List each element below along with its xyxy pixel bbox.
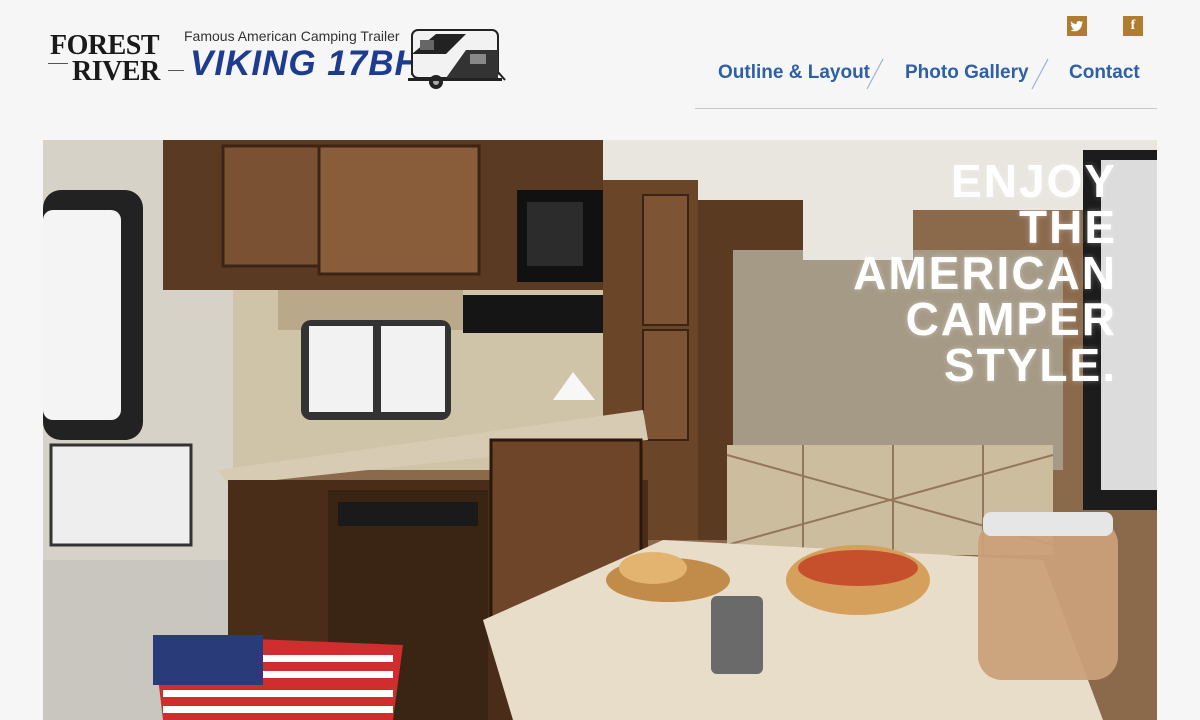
model-name: VIKING 17BH bbox=[190, 44, 421, 83]
nav-separator bbox=[866, 58, 884, 90]
brand-logo[interactable]: FOREST RIVER Famous American Camping Tra… bbox=[48, 24, 508, 104]
logo-line-river: RIVER bbox=[72, 56, 160, 87]
hero-line: THE bbox=[1019, 201, 1117, 253]
twitter-icon[interactable] bbox=[1067, 16, 1087, 36]
facebook-icon[interactable]: f bbox=[1123, 16, 1143, 36]
facebook-glyph: f bbox=[1130, 18, 1136, 33]
main-nav: Outline & Layout Photo Gallery Contact bbox=[695, 58, 1157, 94]
hero-headline: ENJOY THE AMERICAN CAMPER STYLE. bbox=[853, 158, 1117, 388]
hero-line: ENJOY bbox=[951, 155, 1117, 207]
site-header: FOREST RIVER Famous American Camping Tra… bbox=[0, 0, 1200, 140]
forest-river-logo: FOREST RIVER bbox=[48, 30, 184, 90]
nav-photo-gallery[interactable]: Photo Gallery bbox=[905, 62, 1029, 84]
brand-tagline: Famous American Camping Trailer bbox=[184, 28, 400, 44]
nav-outline-layout[interactable]: Outline & Layout bbox=[718, 62, 870, 84]
hero-line: STYLE. bbox=[943, 339, 1117, 391]
trailer-illustration bbox=[408, 29, 506, 89]
hero-banner: ENJOY THE AMERICAN CAMPER STYLE. bbox=[43, 140, 1157, 720]
nav-separator bbox=[1031, 58, 1049, 90]
nav-divider bbox=[695, 108, 1157, 109]
hero-line: CAMPER bbox=[905, 293, 1117, 345]
hero-line: AMERICAN bbox=[853, 247, 1117, 299]
nav-contact[interactable]: Contact bbox=[1069, 62, 1140, 84]
